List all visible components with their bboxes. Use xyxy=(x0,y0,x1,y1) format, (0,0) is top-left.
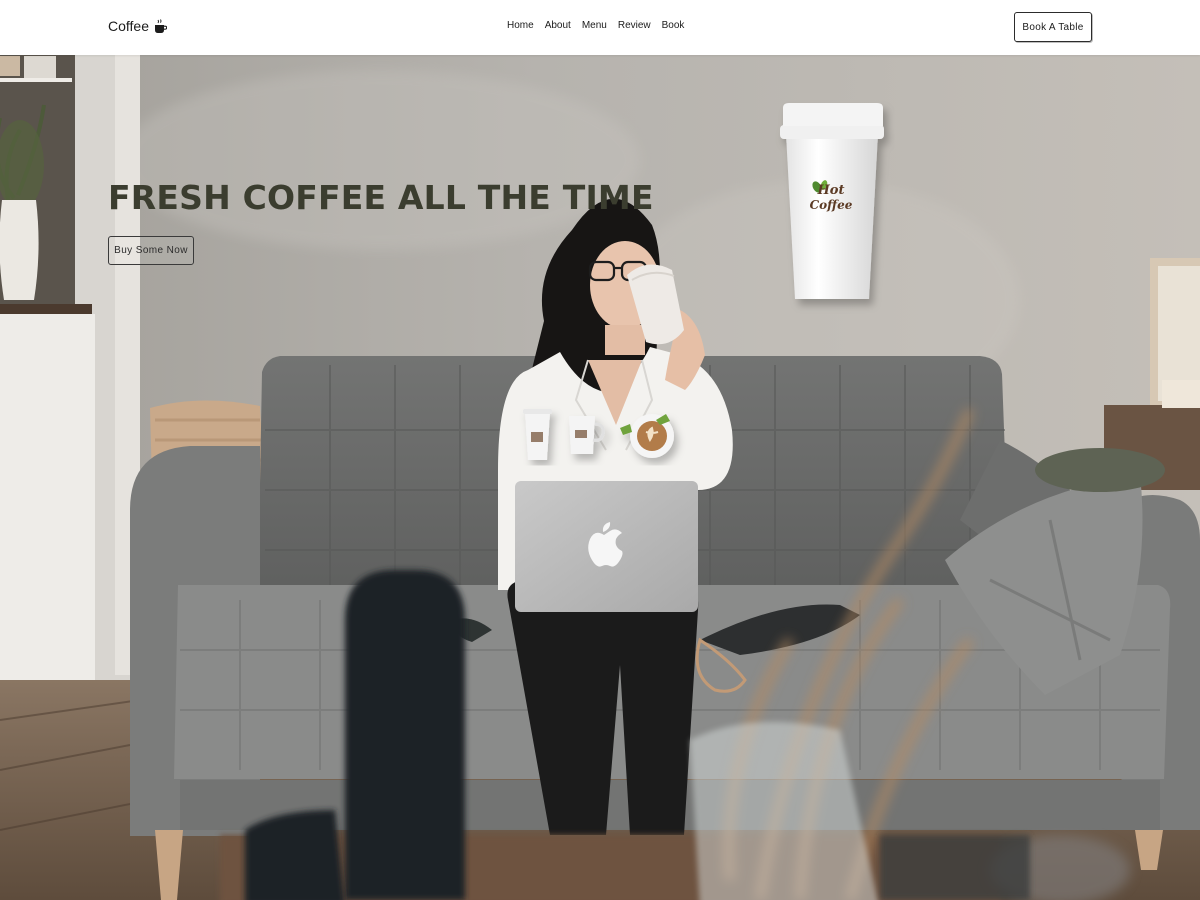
nav-menu-link[interactable]: Menu xyxy=(582,20,607,31)
nav-home-link[interactable]: Home xyxy=(507,20,534,31)
book-table-button[interactable]: Book A Table xyxy=(1014,12,1092,42)
brand-name: Coffee xyxy=(108,18,149,34)
nav-book-link[interactable]: Book xyxy=(662,20,685,31)
cup-logo-line2: Coffee xyxy=(809,198,853,212)
hot-coffee-cup-logo: Hot Coffee xyxy=(806,183,856,213)
site-header: Coffee Home About Menu Review Book Book … xyxy=(0,0,1200,55)
hero-section: Hot Coffee FRESH COFFEE ALL THE TIME Buy… xyxy=(0,55,1200,900)
brand-logo[interactable]: Coffee xyxy=(108,18,167,34)
main-nav: Home About Menu Review Book xyxy=(507,20,684,31)
coffee-cup-icon xyxy=(155,18,167,33)
nav-about-link[interactable]: About xyxy=(545,20,571,31)
cup-logo-line1: Hot xyxy=(817,183,845,198)
buy-some-now-button[interactable]: Buy Some Now xyxy=(108,236,194,265)
hero-title: FRESH COFFEE ALL THE TIME xyxy=(108,178,654,217)
nav-review-link[interactable]: Review xyxy=(618,20,651,31)
